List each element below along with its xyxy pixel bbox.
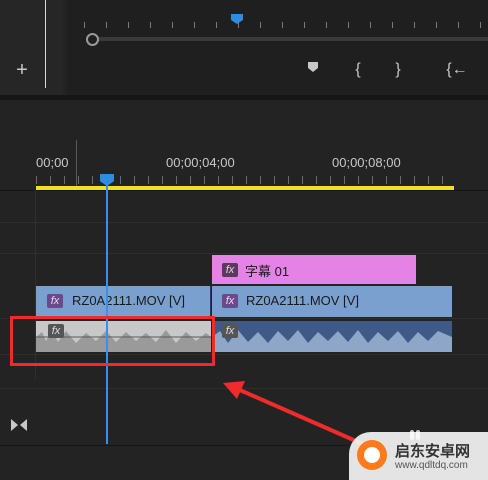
timecode-8s: 00;00;08;00 — [332, 155, 401, 170]
program-monitor-controls — [67, 0, 488, 95]
graphics-clip-label: 字幕 01 — [245, 264, 290, 279]
video-clip-2[interactable]: fx RZ0A2111.MOV [V] — [212, 286, 452, 317]
timecode-4s: 00;00;04;00 — [166, 155, 235, 170]
panel-divider — [45, 0, 46, 88]
fx-badge: fx — [222, 263, 238, 277]
audio-waveform-2 — [212, 330, 452, 352]
monitor-scrub-handle[interactable] — [86, 33, 99, 46]
video-clip-1-label: RZ0A2111.MOV [V] — [72, 293, 185, 308]
monitor-ruler — [84, 22, 488, 28]
audio-clip-2[interactable]: fx — [212, 321, 452, 352]
marker-button[interactable] — [303, 60, 323, 80]
video-clip-2-label: RZ0A2111.MOV [V] — [246, 293, 359, 308]
fx-badge: fx — [47, 294, 63, 308]
video-clip-1[interactable]: fx RZ0A2111.MOV [V] — [36, 286, 211, 317]
mark-in-button[interactable]: { — [348, 60, 368, 80]
track-separator — [0, 190, 488, 191]
source-panel-left — [0, 0, 63, 95]
highlight-box — [10, 316, 215, 366]
track-line — [0, 222, 488, 223]
zoom-fit-icon — [11, 419, 27, 431]
fx-badge: fx — [222, 324, 238, 338]
watermark-logo-inner — [364, 447, 380, 463]
monitor-scrub-track[interactable] — [86, 37, 488, 41]
watermark-url: www.qdltdq.com — [395, 460, 468, 471]
marker-icon — [308, 62, 318, 72]
zoom-fit-button[interactable] — [10, 417, 28, 433]
graphics-clip[interactable]: fx 字幕 01 — [212, 255, 416, 284]
mark-out-button[interactable]: } — [388, 60, 408, 80]
fx-badge: fx — [222, 294, 238, 308]
track-line — [0, 253, 488, 254]
watermark-name: 启东安卓网 — [395, 443, 471, 460]
go-to-in-button[interactable]: {← — [445, 60, 469, 80]
timeline-ruler[interactable] — [36, 176, 454, 184]
watermark-logo — [357, 440, 387, 470]
add-button[interactable]: + — [12, 60, 32, 80]
timecode-0: 00;00 — [36, 155, 69, 170]
watermark-badge: 启东安卓网 www.qdltdq.com — [349, 432, 488, 480]
playhead-line[interactable] — [106, 182, 108, 444]
